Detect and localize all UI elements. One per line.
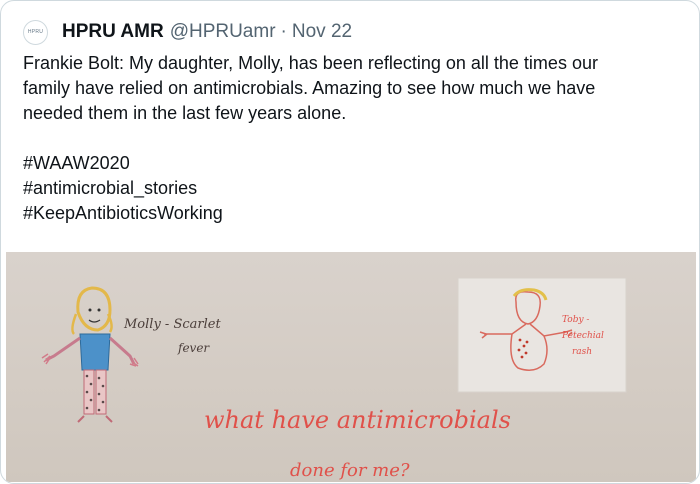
toby-label-line3: rash [572, 347, 592, 357]
toby-label-line2: Petechial [561, 331, 604, 341]
tweet-text-line: Frankie Bolt: My daughter, Molly, has be… [23, 53, 598, 73]
display-name[interactable]: HPRU AMR [62, 21, 164, 43]
molly-label-line1: Molly - Scarlet [123, 317, 221, 332]
separator: · [280, 21, 287, 42]
hashtag-link[interactable]: #antimicrobial_stories [23, 176, 693, 201]
tweet-text-line: needed them in the last few years alone. [23, 103, 347, 123]
hashtag-link[interactable]: #WAAW2020 [23, 151, 693, 176]
molly-label-line2: fever [177, 341, 210, 355]
handle[interactable]: @HPRUamr [170, 21, 276, 43]
hashtag-link[interactable]: #KeepAntibioticsWorking [23, 201, 693, 226]
toby-label-line1: Toby - [562, 315, 589, 325]
tweet-media-image[interactable]: Molly - Scarlet fever Toby - Petechial r… [6, 252, 696, 482]
tweet-card[interactable]: HPRU HPRU AMR @HPRUamr · Nov 22 Frankie … [0, 0, 700, 484]
tweet-text: Frankie Bolt: My daughter, Molly, has be… [23, 51, 693, 226]
tweet-text-line: family have relied on antimicrobials. Am… [23, 78, 596, 98]
drawing-heading-line2: done for me? [290, 460, 410, 481]
drawing-heading-line1: what have antimicrobials [204, 406, 511, 434]
tweet-date[interactable]: Nov 22 [292, 21, 352, 43]
child-drawing: Molly - Scarlet fever Toby - Petechial r… [41, 277, 627, 481]
avatar-text: HPRU [27, 29, 44, 35]
avatar[interactable]: HPRU [23, 19, 48, 45]
tweet-header: HPRU HPRU AMR @HPRUamr · Nov 22 [23, 17, 352, 47]
molly-figure [41, 286, 139, 423]
